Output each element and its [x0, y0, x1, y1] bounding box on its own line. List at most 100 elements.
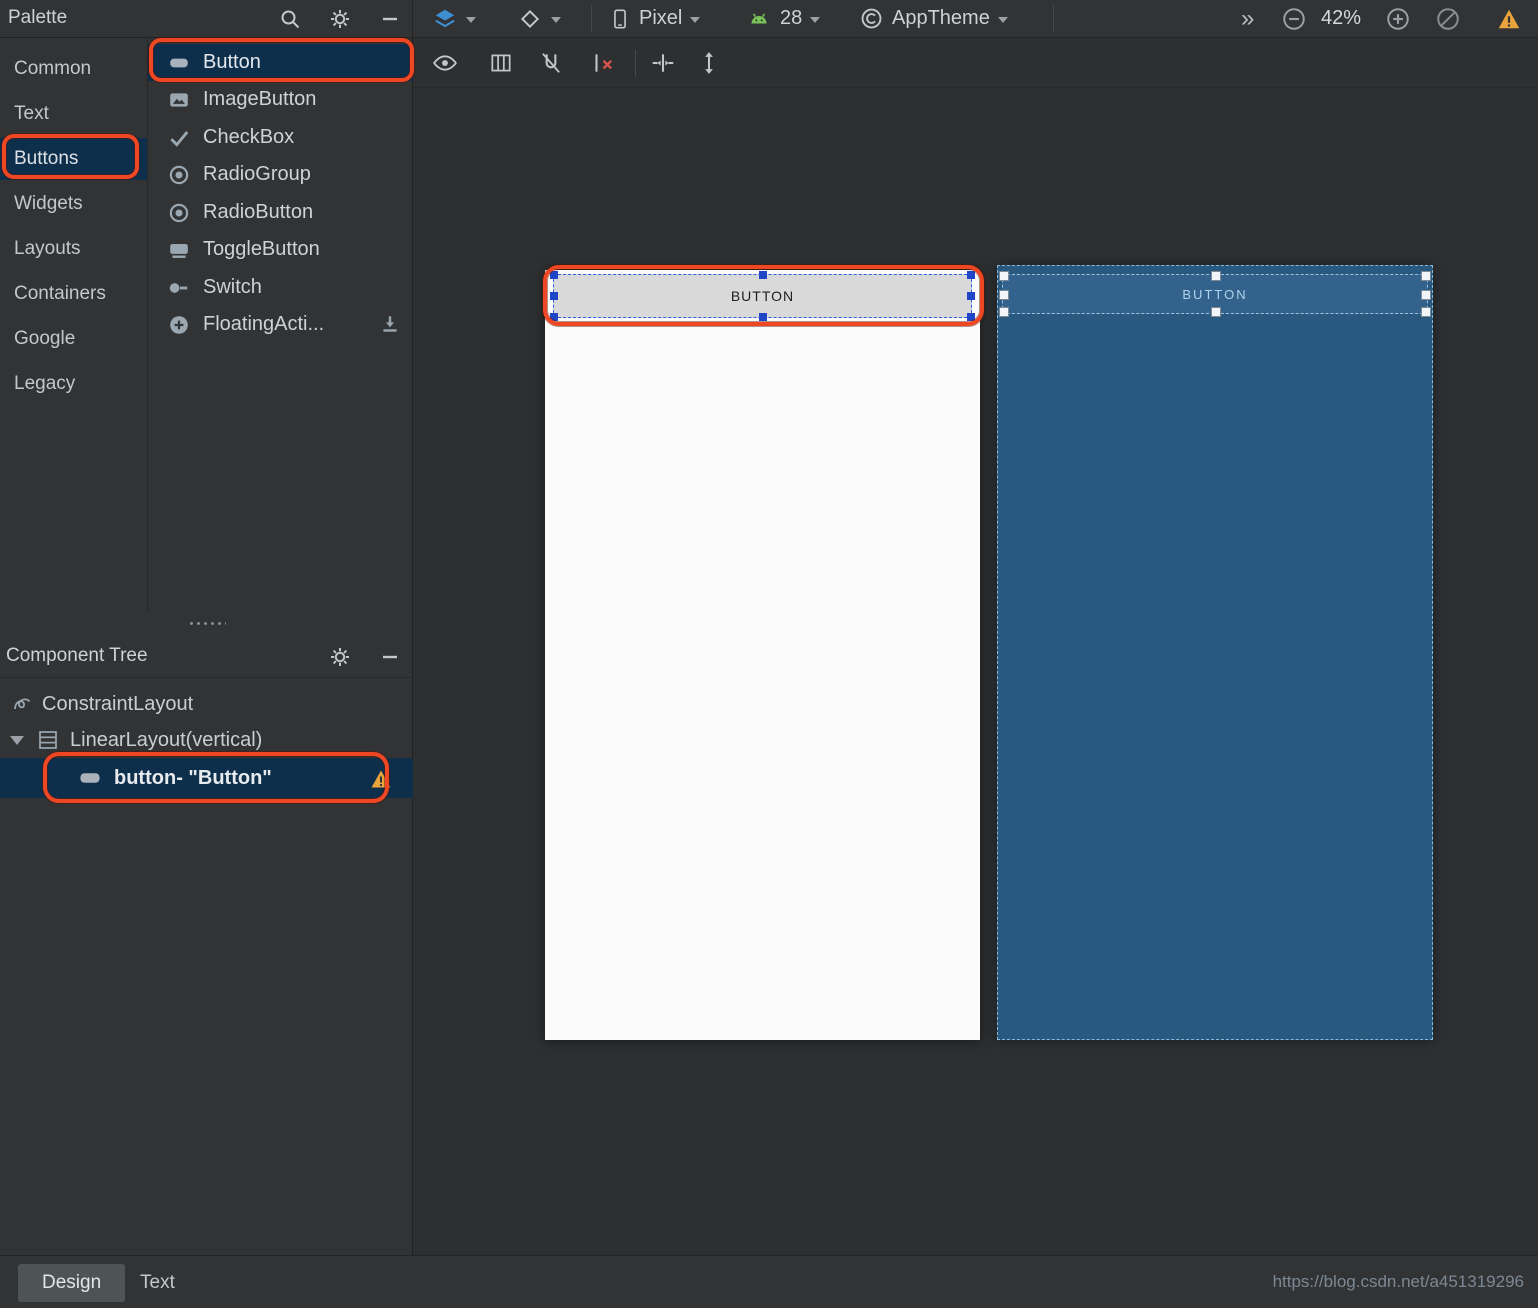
selection-handle[interactable]	[967, 271, 975, 279]
zoom-in-button[interactable]	[1385, 0, 1411, 37]
layers-icon	[432, 6, 458, 32]
palette-category-containers[interactable]: Containers	[0, 273, 147, 315]
palette-category-buttons[interactable]: Buttons	[0, 138, 147, 180]
selection-handle[interactable]	[758, 313, 767, 321]
category-label: Common	[14, 58, 92, 79]
search-icon[interactable]	[278, 7, 302, 31]
left-panel: Common Text Buttons Widgets Layouts Cont…	[0, 38, 413, 1255]
selection-handle[interactable]	[1211, 271, 1221, 281]
palette-category-widgets[interactable]: Widgets	[0, 183, 147, 225]
selection-handle[interactable]	[550, 292, 558, 300]
palette-category-text[interactable]: Text	[0, 93, 147, 135]
selection-handle[interactable]	[999, 271, 1009, 281]
tab-design[interactable]: Design	[18, 1264, 126, 1302]
view-options-eye-icon[interactable]	[432, 50, 458, 76]
device-selector[interactable]: Pixel	[609, 0, 701, 37]
palette-item-checkbox[interactable]: CheckBox	[148, 119, 413, 156]
theme-selector[interactable]: AppTheme	[859, 0, 1008, 37]
toolbar-overflow-button[interactable]: »	[1241, 0, 1254, 37]
design-view-button-widget[interactable]: BUTTON	[550, 271, 975, 321]
button-widget-label: BUTTON	[1182, 286, 1248, 302]
zoom-out-button[interactable]	[1281, 0, 1307, 37]
blueprint-button-widget[interactable]: BUTTON	[999, 271, 1431, 317]
palette-item-label: ToggleButton	[203, 238, 320, 260]
palette-category-common[interactable]: Common	[0, 48, 147, 90]
selection-handle[interactable]	[967, 313, 975, 321]
expander-icon[interactable]	[10, 735, 24, 745]
expand-vertical-icon[interactable]	[696, 50, 722, 76]
palette-item-list: Button ImageButton CheckBox RadioGroup R…	[148, 38, 413, 612]
warning-icon[interactable]	[369, 767, 393, 791]
selection-handle[interactable]	[1421, 290, 1431, 300]
category-label: Text	[14, 103, 49, 124]
palette-category-legacy[interactable]: Legacy	[0, 363, 147, 405]
palette-item-label: Switch	[203, 276, 262, 298]
selection-handle[interactable]	[1421, 307, 1431, 317]
design-surface-toolbar: Pixel 28 AppTheme » 42%	[413, 0, 1538, 38]
align-horizontal-center-icon[interactable]	[650, 50, 676, 76]
selection-handle[interactable]	[1421, 271, 1431, 281]
tab-text[interactable]: Text	[116, 1264, 199, 1302]
chevron-down-icon	[997, 17, 1008, 23]
canvas-toolbar	[413, 38, 1538, 88]
selection-handle[interactable]	[1211, 307, 1221, 317]
zoom-level: 42%	[1321, 0, 1361, 37]
selection-handle[interactable]	[967, 292, 975, 300]
selection-handle[interactable]	[550, 271, 558, 279]
view-mode-dropdown[interactable]	[432, 0, 476, 37]
theme-name: AppTheme	[892, 7, 990, 29]
component-tree-header: Component Tree	[0, 636, 413, 678]
palette-item-button[interactable]: Button	[148, 44, 413, 81]
guidelines-icon[interactable]	[488, 50, 514, 76]
download-icon[interactable]	[379, 313, 401, 335]
palette-item-radiobutton[interactable]: RadioButton	[148, 194, 413, 231]
palette-category-google[interactable]: Google	[0, 318, 147, 360]
warnings-button[interactable]	[1495, 0, 1523, 37]
blueprint-view-screen[interactable]: BUTTON	[997, 265, 1433, 1040]
selection-handle[interactable]	[550, 313, 558, 321]
palette-item-radiogroup[interactable]: RadioGroup	[148, 156, 413, 193]
palette-category-layouts[interactable]: Layouts	[0, 228, 147, 270]
palette-item-floatingactionbutton[interactable]: FloatingActi...	[148, 306, 413, 343]
design-surface[interactable]: BUTTON BUTTON	[413, 38, 1538, 1255]
selection-handle[interactable]	[999, 290, 1009, 300]
autoconnect-off-magnet-icon[interactable]	[538, 50, 564, 76]
zoom-to-fit-button[interactable]	[1435, 0, 1461, 37]
palette-item-imagebutton[interactable]: ImageButton	[148, 81, 413, 118]
tree-node-label: LinearLayout(vertical)	[70, 728, 263, 751]
chevron-down-icon	[690, 17, 701, 23]
splitter-grip-icon	[187, 619, 226, 627]
theme-icon	[859, 6, 884, 31]
zoom-value: 42%	[1321, 7, 1362, 29]
zoom-in-icon	[1385, 6, 1411, 32]
api-level-selector[interactable]: 28	[746, 0, 821, 37]
clear-constraints-icon[interactable]	[590, 50, 616, 76]
fab-icon	[168, 314, 190, 336]
palette-item-togglebutton[interactable]: ToggleButton	[148, 231, 413, 268]
tree-node-linearlayout[interactable]: LinearLayout(vertical)	[0, 722, 413, 758]
panel-splitter[interactable]	[0, 612, 413, 634]
orientation-dropdown[interactable]	[517, 0, 561, 37]
palette-item-label: RadioButton	[203, 201, 314, 223]
watermark-url: https://blog.csdn.net/a451319296	[1272, 1272, 1524, 1291]
tree-node-button[interactable]: button- "Button"	[0, 758, 413, 798]
tree-node-constraintlayout[interactable]: ConstraintLayout	[0, 686, 413, 722]
switch-icon	[168, 277, 190, 299]
selection-handle[interactable]	[999, 307, 1009, 317]
editor-mode-bar: Design Text https://blog.csdn.net/a45131…	[0, 1255, 1538, 1308]
palette-category-list: Common Text Buttons Widgets Layouts Cont…	[0, 38, 148, 612]
gear-icon[interactable]	[328, 7, 352, 31]
selection-handle[interactable]	[758, 271, 767, 279]
design-view-screen[interactable]: BUTTON	[545, 270, 980, 1040]
palette-panel-header: Palette	[0, 0, 413, 38]
palette-item-switch[interactable]: Switch	[148, 269, 413, 306]
toggle-button-icon	[168, 239, 190, 261]
minimize-panel-icon[interactable]	[378, 7, 402, 31]
palette-item-label: Button	[203, 51, 261, 73]
chevron-down-icon	[551, 17, 561, 23]
gear-icon[interactable]	[328, 645, 352, 669]
minimize-panel-icon[interactable]	[378, 645, 402, 669]
image-button-icon	[168, 89, 190, 111]
palette-item-label: ImageButton	[203, 88, 317, 110]
device-name: Pixel	[639, 7, 683, 29]
